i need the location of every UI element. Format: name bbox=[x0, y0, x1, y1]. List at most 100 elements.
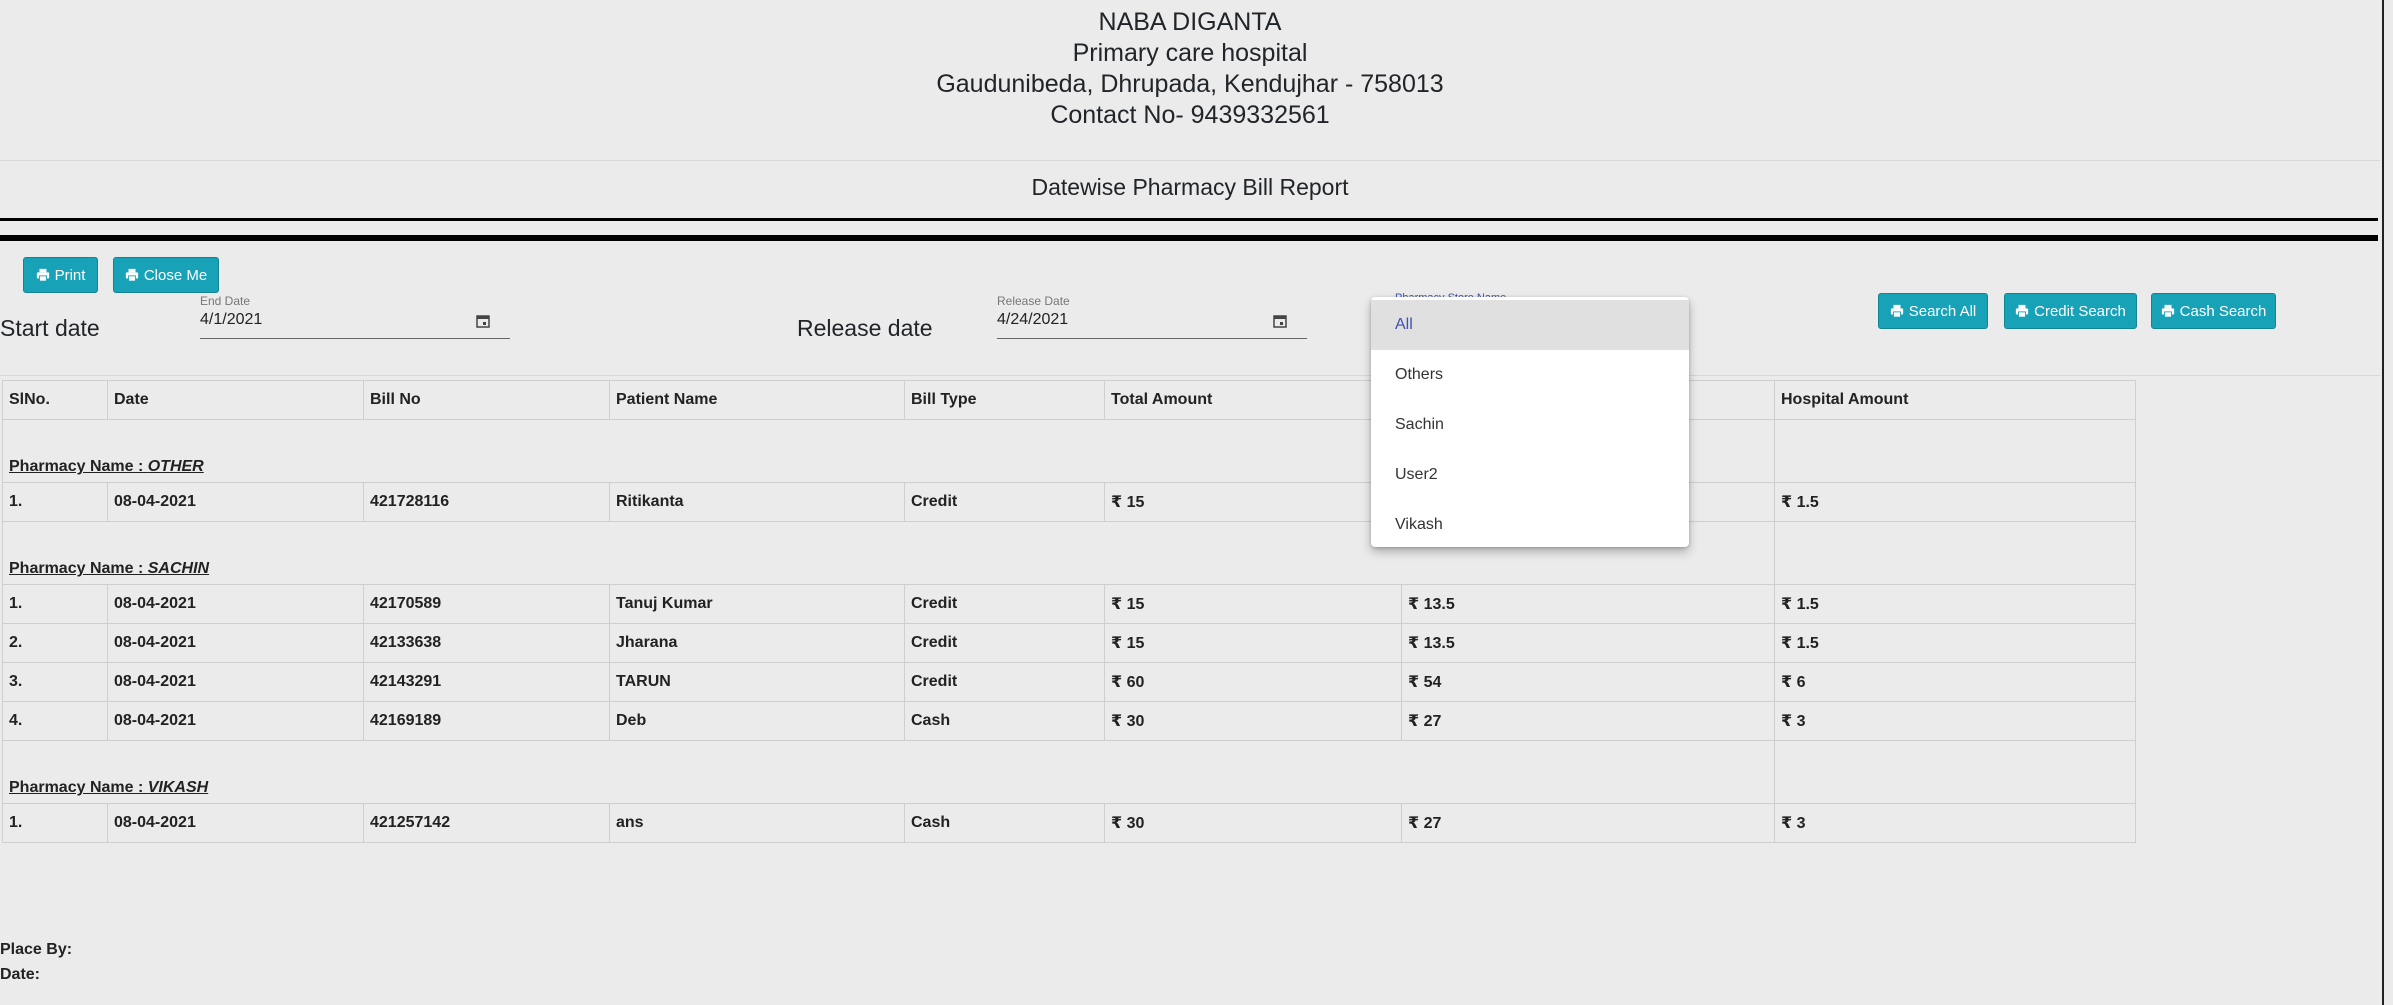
release-date-field[interactable]: Release Date 4/24/2021 bbox=[997, 294, 1307, 339]
table-row: 1. 08-04-2021 42170589 Tanuj Kumar Credit ₹ 1… bbox=[2, 584, 2136, 624]
calendar-icon[interactable] bbox=[1273, 314, 1287, 328]
cell-patient: Tanuj Kumar bbox=[609, 584, 905, 624]
cell-pharmacy: ₹ 13.5 bbox=[1401, 584, 1775, 624]
cell-date: 08-04-2021 bbox=[107, 803, 364, 843]
search-all-button[interactable]: Search All bbox=[1878, 293, 1988, 329]
table-row: 2. 08-04-2021 42133638 Jharana Credit ₹ 15 ₹ 1… bbox=[2, 623, 2136, 663]
column-header: Patient Name bbox=[609, 380, 905, 420]
cell-hospital: ₹ 6 bbox=[1774, 662, 2136, 702]
dropdown-option-user2[interactable]: User2 bbox=[1371, 450, 1689, 500]
report-page: NABA DIGANTA Primary care hospital Gaudu… bbox=[0, 0, 2380, 1005]
release-date-underline bbox=[997, 338, 1307, 339]
credit-search-label: Credit Search bbox=[2034, 302, 2126, 320]
column-header: Bill No bbox=[363, 380, 610, 420]
cell-sl: 3. bbox=[2, 662, 108, 702]
end-date-field[interactable]: End Date 4/1/2021 bbox=[200, 294, 510, 339]
cell-pharmacy: ₹ 27 bbox=[1401, 701, 1775, 741]
header-divider bbox=[0, 160, 2380, 161]
cell-bill: 42133638 bbox=[363, 623, 610, 663]
printer-icon bbox=[125, 268, 138, 282]
cell-type: Credit bbox=[904, 623, 1105, 663]
cell-patient: Deb bbox=[609, 701, 905, 741]
printer-icon bbox=[2016, 304, 2029, 318]
cell-patient: Jharana bbox=[609, 623, 905, 663]
cell-total: ₹ 15 bbox=[1104, 584, 1402, 624]
cell-type: Credit bbox=[904, 482, 1105, 522]
column-header: Bill Type bbox=[904, 380, 1105, 420]
group-row: Pharmacy Name : SACHIN bbox=[2, 521, 2136, 585]
pharmacy-group-heading: Pharmacy Name : OTHER bbox=[9, 458, 204, 475]
cell-total: ₹ 60 bbox=[1104, 662, 1402, 702]
pharmacy-group-heading: Pharmacy Name : SACHIN bbox=[9, 560, 209, 577]
column-header: Hospital Amount bbox=[1774, 380, 2136, 420]
release-date-value[interactable]: 4/24/2021 bbox=[997, 311, 1068, 329]
close-me-button-label: Close Me bbox=[143, 266, 208, 284]
cell-total: ₹ 30 bbox=[1104, 701, 1402, 741]
hospital-name: NABA DIGANTA bbox=[1098, 8, 1282, 36]
cell-pharmacy: ₹ 27 bbox=[1401, 803, 1775, 843]
cell-type: Cash bbox=[904, 803, 1105, 843]
pharmacy-name: SACHIN bbox=[147, 560, 210, 577]
group-row: Pharmacy Name : OTHER bbox=[2, 419, 2136, 483]
printer-icon bbox=[1890, 304, 1903, 318]
cell-total: ₹ 15 bbox=[1104, 482, 1402, 522]
cell-type: Cash bbox=[904, 701, 1105, 741]
cell-sl: 1. bbox=[2, 803, 108, 843]
group-empty-cell bbox=[1774, 740, 2136, 804]
pharmacy-name: VIKASH bbox=[147, 779, 209, 796]
release-date-field-label: Release Date bbox=[997, 294, 1070, 308]
group-empty-cell bbox=[1774, 419, 2136, 483]
hospital-address: Gaudunibeda, Dhrupada, Kendujhar - 75801… bbox=[936, 70, 1444, 98]
cell-patient: ans bbox=[609, 803, 905, 843]
cell-hospital: ₹ 3 bbox=[1774, 803, 2136, 843]
credit-search-button[interactable]: Credit Search bbox=[2004, 293, 2137, 329]
table-row: 4. 08-04-2021 42169189 Deb Cash ₹ 30 ₹ 27 ₹ 3 bbox=[2, 701, 2136, 741]
report-title: Datewise Pharmacy Bill Report bbox=[1031, 174, 1349, 200]
table-row: 3. 08-04-2021 42143291 TARUN Credit ₹ 60 ₹ 54 ₹… bbox=[2, 662, 2136, 702]
table-row: 1. 08-04-2021 421257142 ans Cash ₹ 30 ₹ 27 ₹ 3 bbox=[2, 803, 2136, 843]
cell-date: 08-04-2021 bbox=[107, 623, 364, 663]
window-edge bbox=[2382, 0, 2384, 1005]
calendar-icon[interactable] bbox=[476, 314, 490, 328]
printer-icon bbox=[2161, 304, 2174, 318]
cell-pharmacy: ₹ 13.5 bbox=[1401, 623, 1775, 663]
cell-pharmacy: ₹ 54 bbox=[1401, 662, 1775, 702]
cell-hospital: ₹ 1.5 bbox=[1774, 623, 2136, 663]
column-header: Total Amount bbox=[1104, 380, 1402, 420]
title-rule-thin bbox=[0, 218, 2378, 221]
end-date-underline bbox=[200, 338, 510, 339]
hospital-contact: Contact No- 9439332561 bbox=[1050, 101, 1330, 129]
cash-search-button[interactable]: Cash Search bbox=[2151, 293, 2276, 329]
group-prefix: Pharmacy Name : bbox=[9, 458, 148, 475]
pharmacy-store-dropdown[interactable]: All Others Sachin User2 Vikash bbox=[1371, 297, 1689, 547]
cell-total: ₹ 30 bbox=[1104, 803, 1402, 843]
cell-bill: 421257142 bbox=[363, 803, 610, 843]
cell-bill: 421728116 bbox=[363, 482, 610, 522]
table-top-divider bbox=[0, 375, 2380, 376]
end-date-value[interactable]: 4/1/2021 bbox=[200, 311, 262, 329]
cell-hospital: ₹ 1.5 bbox=[1774, 482, 2136, 522]
dropdown-option-others[interactable]: Others bbox=[1371, 350, 1689, 400]
cell-date: 08-04-2021 bbox=[107, 701, 364, 741]
close-me-button[interactable]: Close Me bbox=[113, 257, 219, 293]
pharmacy-group-heading: Pharmacy Name : VIKASH bbox=[9, 779, 208, 796]
place-by-label: Place By: bbox=[0, 941, 73, 958]
release-date-label: Release date bbox=[797, 315, 933, 341]
print-button-label: Print bbox=[54, 266, 86, 284]
cell-bill: 42170589 bbox=[363, 584, 610, 624]
cell-sl: 1. bbox=[2, 482, 108, 522]
cell-date: 08-04-2021 bbox=[107, 482, 364, 522]
cell-hospital: ₹ 3 bbox=[1774, 701, 2136, 741]
pharmacy-group-cell: Pharmacy Name : VIKASH bbox=[2, 740, 1775, 804]
cell-type: Credit bbox=[904, 584, 1105, 624]
title-rule-thick bbox=[0, 235, 2378, 241]
end-date-field-label: End Date bbox=[200, 294, 251, 308]
dropdown-option-sachin[interactable]: Sachin bbox=[1371, 400, 1689, 450]
dropdown-option-vikash[interactable]: Vikash bbox=[1371, 500, 1689, 550]
table-row: 1. 08-04-2021 421728116 Ritikanta Credit ₹ 15… bbox=[2, 482, 2136, 522]
dropdown-option-all[interactable]: All bbox=[1371, 300, 1689, 350]
printer-icon bbox=[36, 268, 49, 282]
column-header: Date bbox=[107, 380, 364, 420]
print-button[interactable]: Print bbox=[23, 257, 98, 293]
cell-date: 08-04-2021 bbox=[107, 662, 364, 702]
